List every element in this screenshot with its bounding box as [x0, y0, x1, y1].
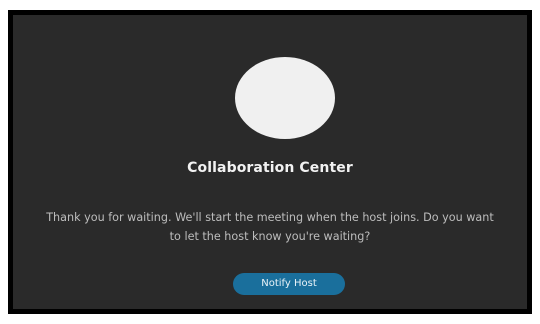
host-avatar	[235, 57, 335, 139]
notify-host-button[interactable]: Notify Host	[233, 273, 345, 295]
waiting-room-window: Collaboration Center Thank you for waiti…	[13, 15, 527, 309]
screenshot-frame: Collaboration Center Thank you for waiti…	[8, 10, 532, 314]
page-title: Collaboration Center	[187, 160, 353, 176]
waiting-message: Thank you for waiting. We'll start the m…	[46, 211, 494, 243]
